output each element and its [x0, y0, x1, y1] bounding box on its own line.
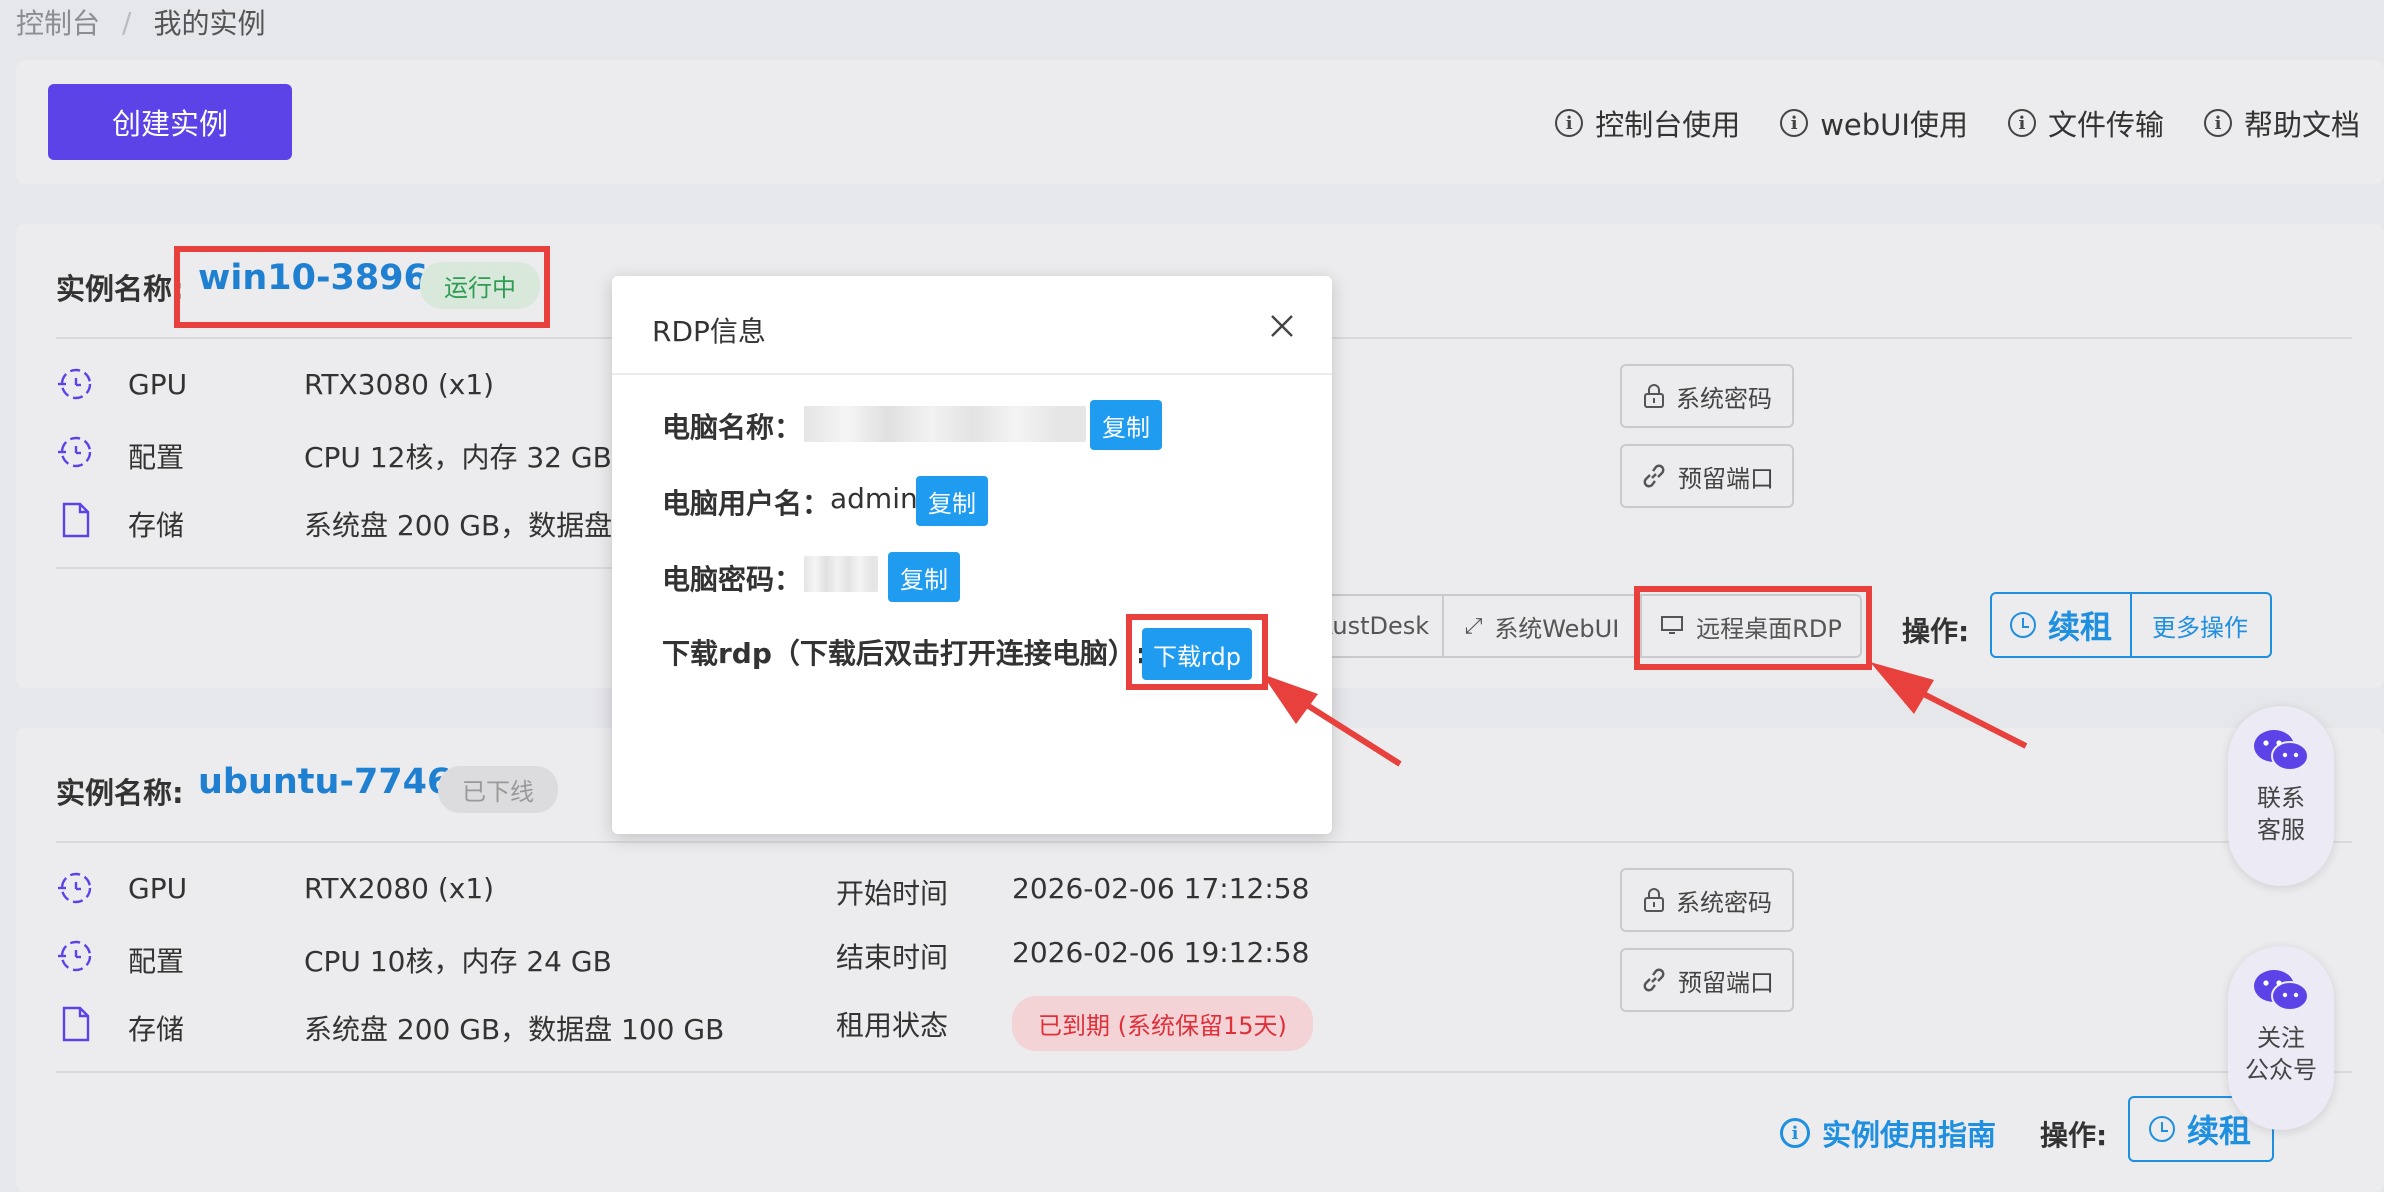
instance-name[interactable]: ubuntu-7746 [198, 762, 451, 802]
spec-value-storage: 系统盘 200 GB，数据盘 100 GB [304, 1013, 725, 1046]
link-icon [1643, 968, 1665, 992]
lock-icon [1644, 888, 1664, 912]
contact-support-widget[interactable]: 联系 客服 [2228, 706, 2334, 886]
config-icon [58, 436, 92, 468]
divider [56, 1071, 2352, 1073]
config-icon [58, 940, 92, 972]
info-icon: i [1780, 109, 1809, 137]
divider [56, 841, 2352, 843]
download-label: 下载rdp（下载后双击打开连接电脑）: [662, 637, 1148, 670]
help-console-link[interactable]: i 控制台使用 [1555, 102, 1740, 144]
reserved-port-button[interactable]: 预留端口 [1620, 948, 1794, 1012]
copy-username-button[interactable]: 复制 [916, 476, 988, 526]
breadcrumb-root[interactable]: 控制台 [16, 2, 100, 42]
spec-value-config: CPU 12核，内存 32 GB [304, 441, 612, 474]
storage-icon [62, 502, 90, 538]
time-label-end: 结束时间 [836, 941, 949, 974]
create-instance-button[interactable]: 创建实例 [48, 84, 292, 160]
clock-icon [2009, 612, 2036, 638]
instance-guide-link[interactable]: i 实例使用指南 [1780, 1112, 1996, 1154]
gpu-icon [58, 872, 92, 904]
storage-icon [62, 1006, 90, 1042]
spec-label-config: 配置 [128, 945, 185, 978]
username-value: admin [830, 482, 918, 515]
username-label: 电脑用户名： [662, 487, 831, 520]
breadcrumb-separator: / [122, 5, 132, 39]
close-icon[interactable] [1266, 310, 1298, 342]
more-actions-button[interactable]: 更多操作 [2132, 594, 2268, 656]
spec-label-gpu: GPU [128, 368, 188, 401]
instance-name[interactable]: win10-3896 [198, 258, 428, 298]
breadcrumb-current: 我的实例 [153, 7, 266, 40]
modal-divider [612, 373, 1332, 375]
clock-icon [2148, 1116, 2175, 1142]
help-docs-link[interactable]: i 帮助文档 [2203, 102, 2360, 144]
spec-label-config: 配置 [128, 441, 185, 474]
breadcrumb: 控制台 / 我的实例 [16, 2, 265, 42]
computer-name-value-redacted [804, 406, 1086, 442]
wechat-icon [2254, 970, 2309, 1011]
link-icon [1643, 464, 1665, 488]
system-password-button[interactable]: 系统密码 [1620, 868, 1794, 932]
gpu-icon [58, 368, 92, 400]
ops-label: 操作: [2040, 1119, 2108, 1152]
system-password-button[interactable]: 系统密码 [1620, 364, 1794, 428]
time-value-start: 2026-02-06 17:12:58 [1012, 872, 1310, 905]
help-webui-link[interactable]: i webUI使用 [1780, 102, 1968, 144]
rent-status-label: 租用状态 [836, 1009, 949, 1042]
rent-status-badge: 已到期 (系统保留15天) [1012, 996, 1313, 1051]
password-value-redacted [804, 556, 878, 592]
system-webui-button[interactable]: ⤢ 系统WebUI [1442, 594, 1642, 658]
info-icon: i [1780, 1118, 1810, 1148]
annotation-highlight [1634, 586, 1872, 670]
reserved-port-button[interactable]: 预留端口 [1620, 444, 1794, 508]
spec-label-storage: 存储 [128, 509, 185, 542]
wechat-icon [2254, 730, 2309, 771]
expand-icon: ⤢ [1464, 613, 1483, 639]
ops-label: 操作: [1902, 615, 1970, 648]
computer-name-label: 电脑名称： [662, 411, 803, 444]
status-badge: 已下线 [438, 766, 558, 813]
info-icon: i [2203, 109, 2232, 137]
status-badge: 运行中 [420, 262, 540, 309]
rdp-info-modal [612, 276, 1332, 834]
renew-button[interactable]: 续租 [1992, 594, 2132, 656]
instance-name-label: 实例名称: [56, 776, 184, 810]
help-file-transfer-link[interactable]: i 文件传输 [2007, 102, 2164, 144]
time-label-start: 开始时间 [836, 877, 949, 910]
spec-label-storage: 存储 [128, 1013, 185, 1046]
annotation-arrow [1262, 674, 1402, 767]
spec-value-gpu: RTX3080 (x1) [304, 368, 495, 401]
modal-title: RDP信息 [652, 315, 766, 348]
info-icon: i [1555, 109, 1584, 137]
spec-value-storage: 系统盘 200 GB，数据盘 [304, 509, 613, 542]
spec-value-gpu: RTX2080 (x1) [304, 872, 495, 905]
info-icon: i [2007, 109, 2036, 137]
password-label: 电脑密码： [662, 563, 803, 596]
lock-icon [1644, 384, 1664, 408]
copy-password-button[interactable]: 复制 [888, 552, 960, 602]
copy-computer-name-button[interactable]: 复制 [1090, 400, 1162, 450]
help-links: i 控制台使用 i webUI使用 i 文件传输 i 帮助文档 [1555, 102, 2360, 144]
time-value-end: 2026-02-06 19:12:58 [1012, 936, 1310, 969]
instance-name-label: 实例名称: [56, 272, 184, 306]
spec-label-gpu: GPU [128, 872, 188, 905]
follow-official-account-widget[interactable]: 关注 公众号 [2228, 946, 2334, 1130]
annotation-arrow [1870, 662, 2028, 749]
renew-group: 续租 更多操作 [1990, 592, 2272, 658]
download-rdp-button[interactable]: 下载rdp [1142, 628, 1252, 680]
spec-value-config: CPU 10核，内存 24 GB [304, 945, 612, 978]
